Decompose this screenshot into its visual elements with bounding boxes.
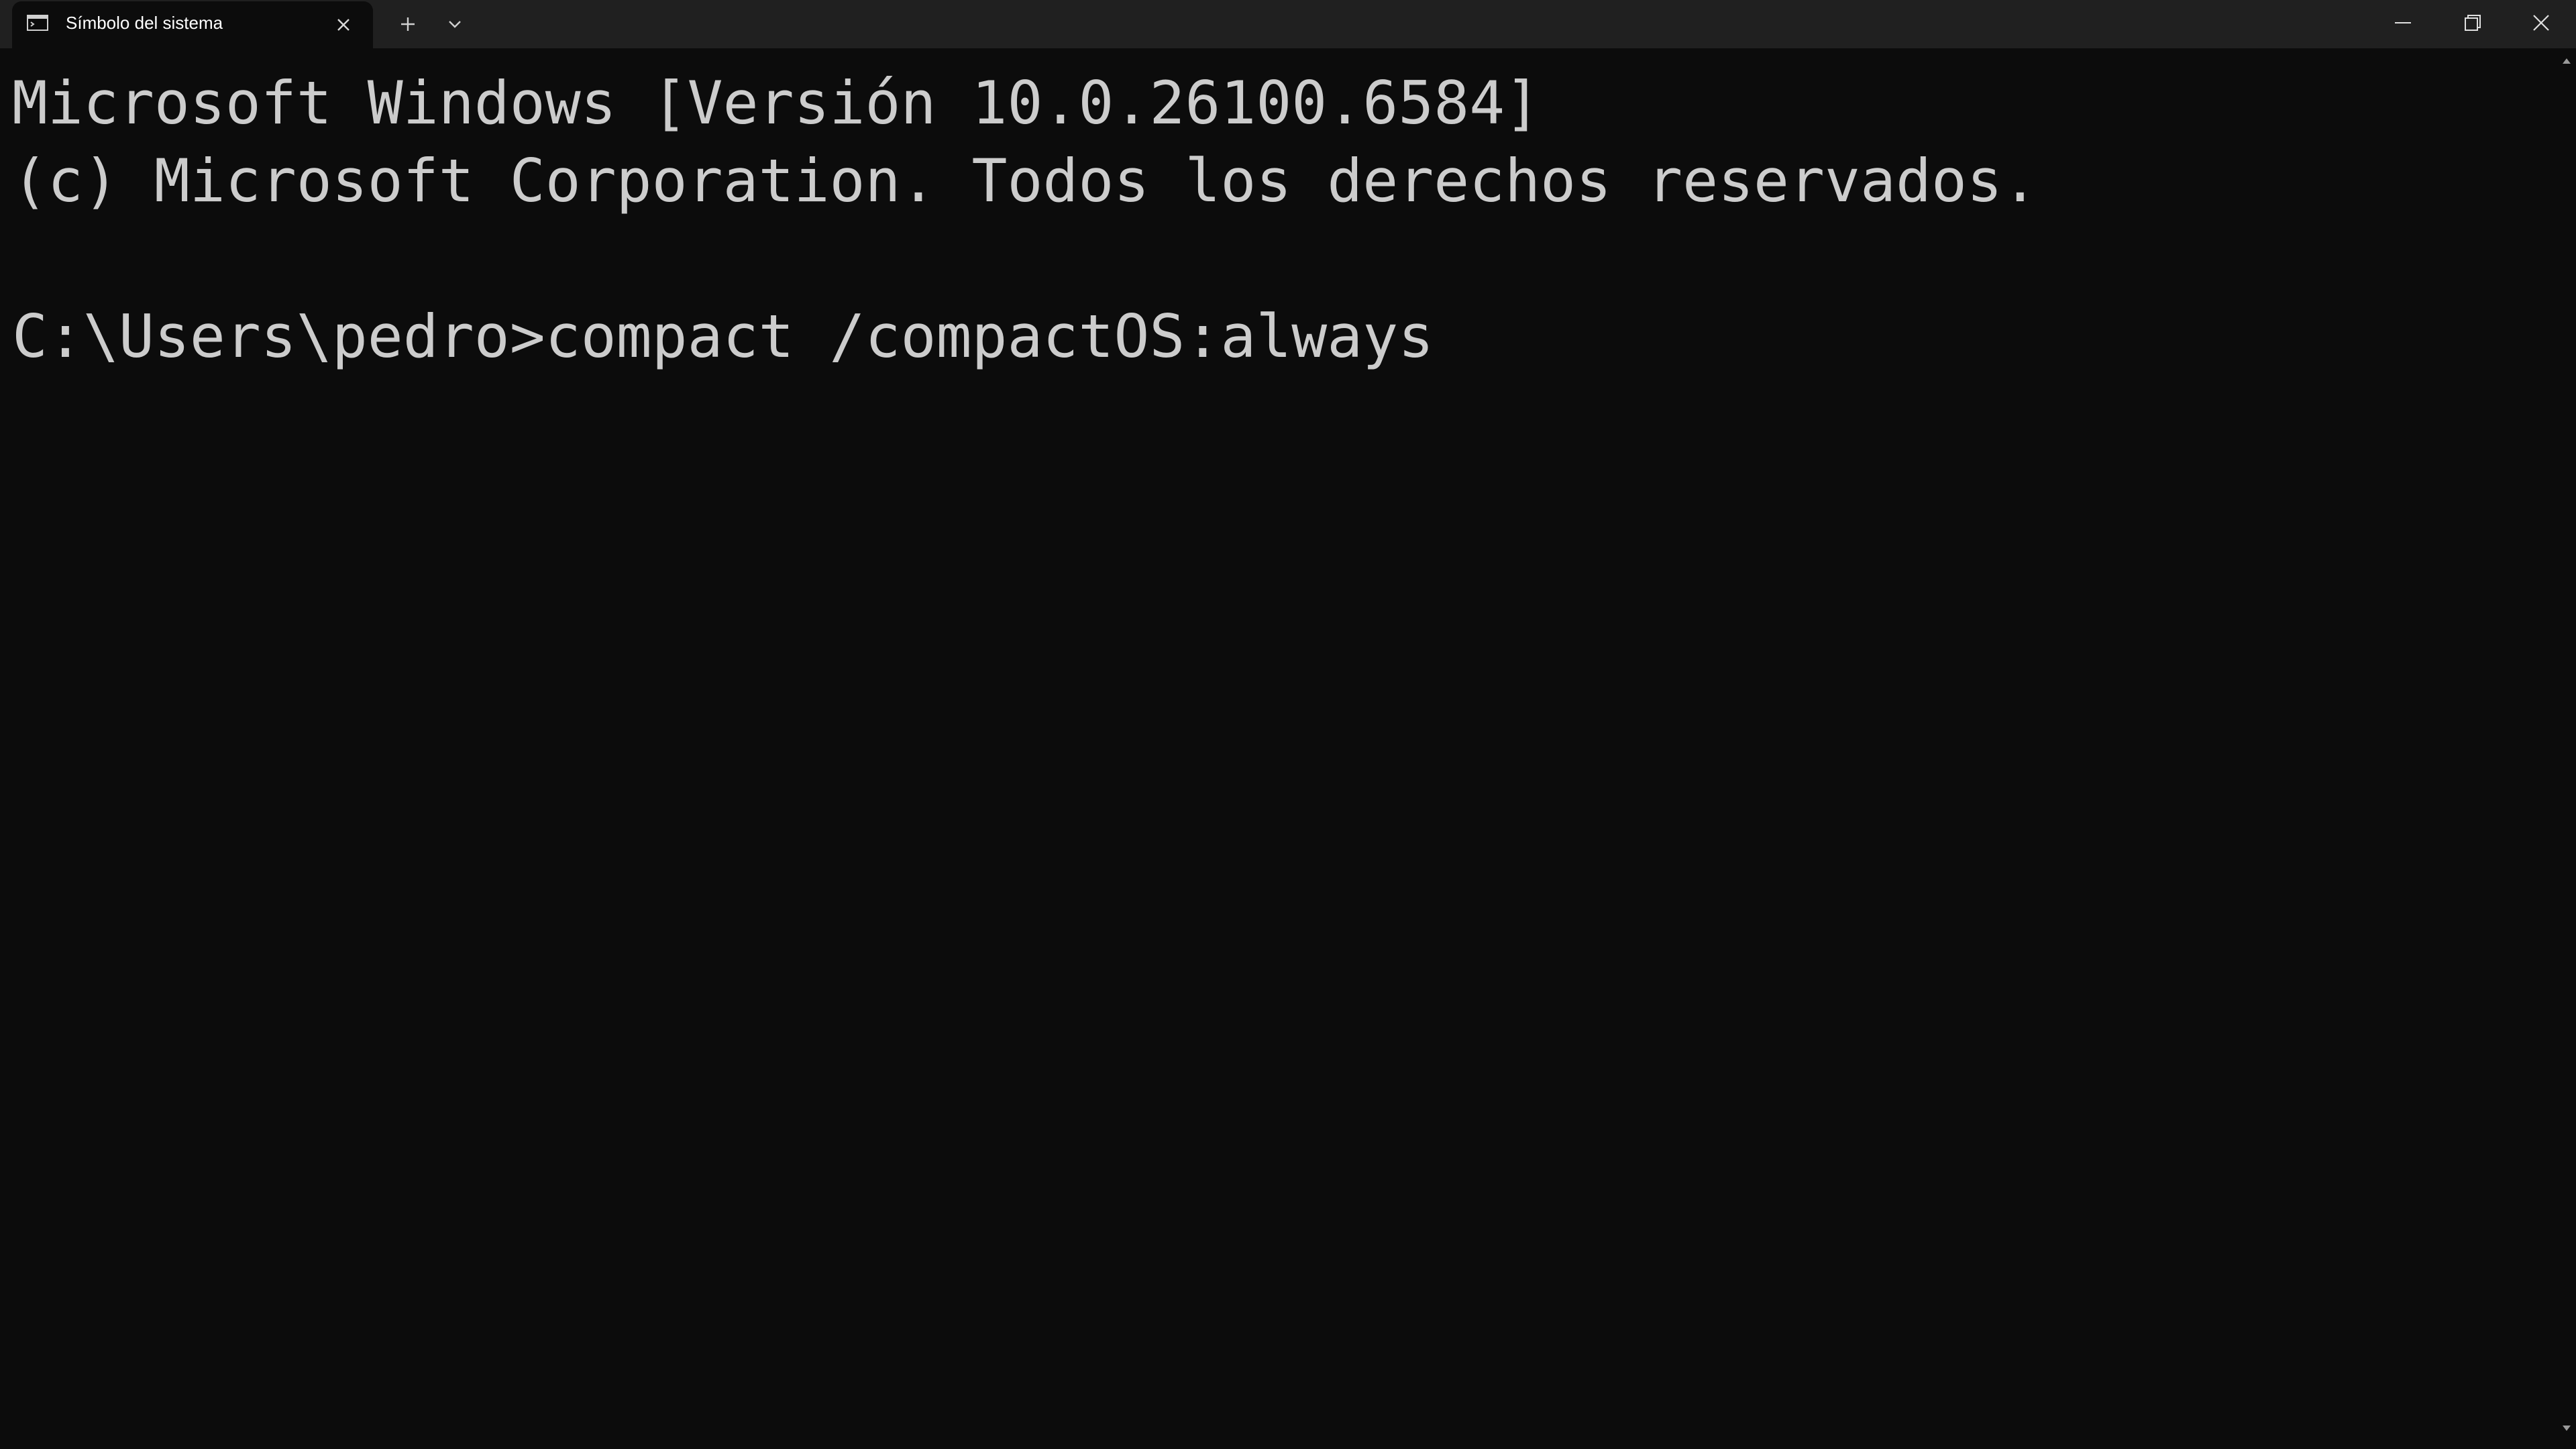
minimize-icon	[2395, 22, 2411, 23]
close-window-button[interactable]	[2506, 0, 2576, 46]
terminal-icon	[27, 15, 48, 31]
tab-dropdown-button[interactable]	[440, 9, 470, 39]
close-icon	[337, 19, 350, 31]
new-tab-button[interactable]	[393, 9, 423, 39]
terminal-line-copyright: (c) Microsoft Corporation. Todos los der…	[12, 146, 2038, 215]
close-icon	[2533, 15, 2549, 31]
scroll-up-arrow-icon[interactable]	[2561, 56, 2572, 68]
scroll-down-arrow-icon[interactable]	[2561, 1424, 2572, 1436]
tab-title: Símbolo del sistema	[66, 13, 223, 33]
terminal-line-version: Microsoft Windows [Versión 10.0.26100.65…	[12, 68, 1541, 138]
restore-button[interactable]	[2438, 0, 2508, 46]
vertical-scrollbar[interactable]	[2557, 48, 2576, 1449]
minimize-button[interactable]	[2368, 0, 2438, 46]
tab-close-button[interactable]	[330, 11, 357, 38]
title-bar: Símbolo del sistema	[0, 0, 2576, 48]
restore-icon	[2465, 15, 2481, 31]
terminal-window: Símbolo del sistema Microsoft Windows [V…	[0, 0, 2576, 1449]
plus-icon	[401, 17, 415, 31]
terminal-line-command: C:\Users\pedro>compact /compactOS:always	[12, 302, 1434, 371]
tab-simbolo-del-sistema[interactable]: Símbolo del sistema	[12, 1, 373, 48]
chevron-down-icon	[449, 21, 461, 28]
terminal-output[interactable]: Microsoft Windows [Versión 10.0.26100.65…	[0, 48, 2557, 1449]
